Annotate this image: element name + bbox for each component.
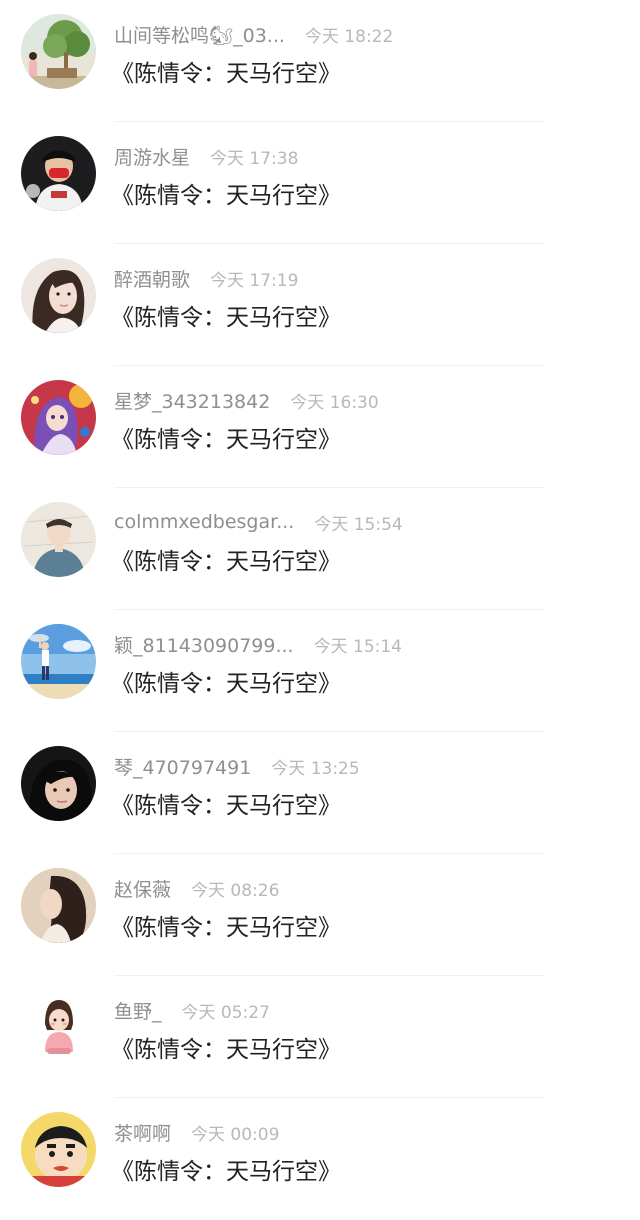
username[interactable]: 琴_470797491 [114, 753, 251, 780]
comment-text: 《陈情令：天马行空》 [111, 915, 341, 941]
long-hair-profile-avatar-icon [21, 868, 96, 943]
comment-item[interactable]: 星梦_343213842 今天 16:30 《陈情令：天马行空》 [0, 366, 640, 488]
dark-selfie-avatar-icon [21, 746, 96, 821]
username[interactable]: 周游水星 [114, 143, 190, 170]
timestamp: 今天 15:54 [314, 514, 403, 535]
avatar[interactable] [21, 14, 96, 89]
timestamp: 今天 00:09 [191, 1124, 280, 1145]
comment-list: 山间等松鸣🐿_03... 今天 18:22 《陈情令：天马行空》 周游水星 今天… [0, 0, 640, 1220]
crayon-shinchan-avatar-icon [21, 1112, 96, 1187]
anime-girl-avatar-icon [21, 380, 96, 455]
comment-text: 《陈情令：天马行空》 [111, 183, 341, 209]
comment-item[interactable]: 茶啊啊 今天 00:09 《陈情令：天马行空》 [0, 1098, 640, 1220]
timestamp: 今天 17:19 [210, 270, 299, 291]
comment-text: 《陈情令：天马行空》 [111, 671, 341, 697]
username[interactable]: 星梦_343213842 [114, 387, 270, 414]
avatar[interactable] [21, 868, 96, 943]
username[interactable]: 鱼野_ [114, 997, 162, 1024]
comment-text: 《陈情令：天马行空》 [111, 1159, 341, 1185]
comment-text: 《陈情令：天马行空》 [111, 1037, 341, 1063]
timestamp: 今天 15:14 [313, 636, 402, 657]
masked-person-avatar-icon [21, 136, 96, 211]
tree-avatar-icon [21, 14, 96, 89]
avatar[interactable] [21, 380, 96, 455]
woman-portrait-avatar-icon [21, 258, 96, 333]
timestamp: 今天 05:27 [181, 1002, 270, 1023]
comment-item[interactable]: 赵保薇 今天 08:26 《陈情令：天马行空》 [0, 854, 640, 976]
username[interactable]: colmmxedbesgar... [114, 511, 294, 533]
comment-text: 《陈情令：天马行空》 [111, 427, 341, 453]
comment-item[interactable]: 鱼野_ 今天 05:27 《陈情令：天马行空》 [0, 976, 640, 1098]
avatar[interactable] [21, 1112, 96, 1187]
avatar[interactable] [21, 502, 96, 577]
username[interactable]: 山间等松鸣🐿_03... [114, 21, 285, 48]
comment-text: 《陈情令：天马行空》 [111, 793, 341, 819]
timestamp: 今天 16:30 [290, 392, 379, 413]
illustrated-boy-avatar-icon [21, 502, 96, 577]
comment-item[interactable]: 醉酒朝歌 今天 17:19 《陈情令：天马行空》 [0, 244, 640, 366]
comment-text: 《陈情令：天马行空》 [111, 305, 341, 331]
comment-item[interactable]: 颖_81143090799... 今天 15:14 《陈情令：天马行空》 [0, 610, 640, 732]
avatar[interactable] [21, 990, 96, 1065]
username[interactable]: 赵保薇 [114, 875, 171, 902]
beach-figure-avatar-icon [21, 624, 96, 699]
username[interactable]: 颖_81143090799... [114, 631, 294, 658]
username[interactable]: 茶啊啊 [114, 1119, 171, 1146]
timestamp: 今天 17:38 [210, 148, 299, 169]
comment-text: 《陈情令：天马行空》 [111, 549, 341, 575]
cartoon-girl-avatar-icon [21, 990, 96, 1065]
comment-item[interactable]: 琴_470797491 今天 13:25 《陈情令：天马行空》 [0, 732, 640, 854]
username[interactable]: 醉酒朝歌 [114, 265, 190, 292]
timestamp: 今天 18:22 [304, 26, 394, 47]
avatar[interactable] [21, 624, 96, 699]
comment-item[interactable]: colmmxedbesgar... 今天 15:54 《陈情令：天马行空》 [0, 488, 640, 610]
timestamp: 今天 13:25 [271, 758, 360, 779]
avatar[interactable] [21, 746, 96, 821]
comment-item[interactable]: 周游水星 今天 17:38 《陈情令：天马行空》 [0, 122, 640, 244]
avatar[interactable] [21, 136, 96, 211]
avatar[interactable] [21, 258, 96, 333]
comment-item[interactable]: 山间等松鸣🐿_03... 今天 18:22 《陈情令：天马行空》 [0, 0, 640, 122]
comment-text: 《陈情令：天马行空》 [111, 61, 341, 87]
timestamp: 今天 08:26 [191, 880, 280, 901]
